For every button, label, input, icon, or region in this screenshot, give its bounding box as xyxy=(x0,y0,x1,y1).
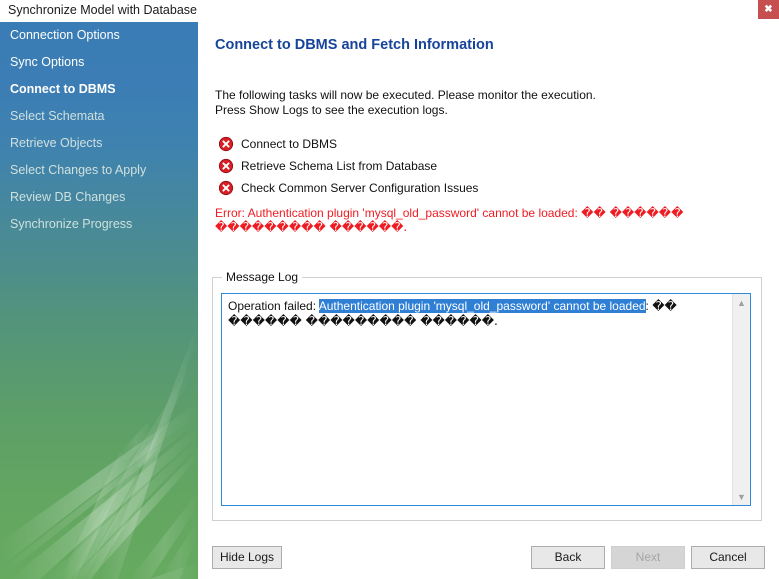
title-bar: Synchronize Model with Database ✖ xyxy=(0,0,779,22)
sidebar-item-connection-options[interactable]: Connection Options xyxy=(0,22,198,49)
next-button: Next xyxy=(611,546,685,569)
task-row: Check Common Server Configuration Issues xyxy=(218,177,738,199)
scroll-up-icon[interactable]: ▲ xyxy=(733,294,750,311)
intro-line-1: The following tasks will now be executed… xyxy=(215,88,596,102)
sidebar-item-retrieve-objects: Retrieve Objects xyxy=(10,136,103,150)
close-icon: ✖ xyxy=(764,4,773,15)
message-log-textarea[interactable]: Operation failed: Authentication plugin … xyxy=(221,293,751,506)
task-list: Connect to DBMS Retrieve Schema List fro… xyxy=(218,133,738,199)
scroll-down-icon[interactable]: ▼ xyxy=(733,488,750,505)
sidebar-item-synchronize-progress: Synchronize Progress xyxy=(10,217,133,231)
cancel-button[interactable]: Cancel xyxy=(691,546,765,569)
sidebar-item-connect-to-dbms[interactable]: Connect to DBMS xyxy=(0,76,198,103)
log-selected-text[interactable]: Authentication plugin 'mysql_old_passwor… xyxy=(318,299,646,313)
wizard-step-list: Connection Options Sync Options Connect … xyxy=(0,22,198,238)
error-circle-x-icon xyxy=(218,158,234,174)
close-button[interactable]: ✖ xyxy=(758,0,779,19)
wizard-sidebar: Connection Options Sync Options Connect … xyxy=(0,22,198,579)
message-log-title: Message Log xyxy=(222,270,303,284)
sidebar-item-review-db-changes: Review DB Changes xyxy=(10,190,126,204)
back-button[interactable]: Back xyxy=(531,546,605,569)
task-label: Connect to DBMS xyxy=(241,137,338,151)
sidebar-item-sync-options[interactable]: Sync Options xyxy=(0,49,198,76)
sidebar-item-select-changes-to-apply: Select Changes to Apply xyxy=(10,163,147,177)
intro-text: The following tasks will now be executed… xyxy=(215,88,596,118)
window-title: Synchronize Model with Database xyxy=(8,3,197,17)
content-panel: Connect to DBMS and Fetch Information Th… xyxy=(198,22,779,579)
error-message: Error: Authentication plugin 'mysql_old_… xyxy=(215,206,760,234)
synchronize-model-dialog: Synchronize Model with Database ✖ Connec… xyxy=(0,0,779,579)
message-log-content: Operation failed: Authentication plugin … xyxy=(228,299,726,329)
message-log-group: Message Log Operation failed: Authentica… xyxy=(212,270,762,521)
error-circle-x-icon xyxy=(218,136,234,152)
hide-logs-button[interactable]: Hide Logs xyxy=(212,546,282,569)
task-label: Retrieve Schema List from Database xyxy=(241,159,438,173)
log-prefix: Operation failed: xyxy=(228,299,319,313)
error-message-prefix: Error: Authentication plugin 'mysql_old_… xyxy=(215,206,582,220)
task-row: Connect to DBMS xyxy=(218,133,738,155)
message-log-scrollbar[interactable]: ▲ ▼ xyxy=(732,294,750,505)
page-title: Connect to DBMS and Fetch Information xyxy=(215,37,494,53)
error-circle-x-icon xyxy=(218,180,234,196)
task-row: Retrieve Schema List from Database xyxy=(218,155,738,177)
intro-line-2: Press Show Logs to see the execution log… xyxy=(215,103,448,117)
sidebar-item-select-schemata: Select Schemata xyxy=(10,109,105,123)
task-label: Check Common Server Configuration Issues xyxy=(241,181,479,195)
